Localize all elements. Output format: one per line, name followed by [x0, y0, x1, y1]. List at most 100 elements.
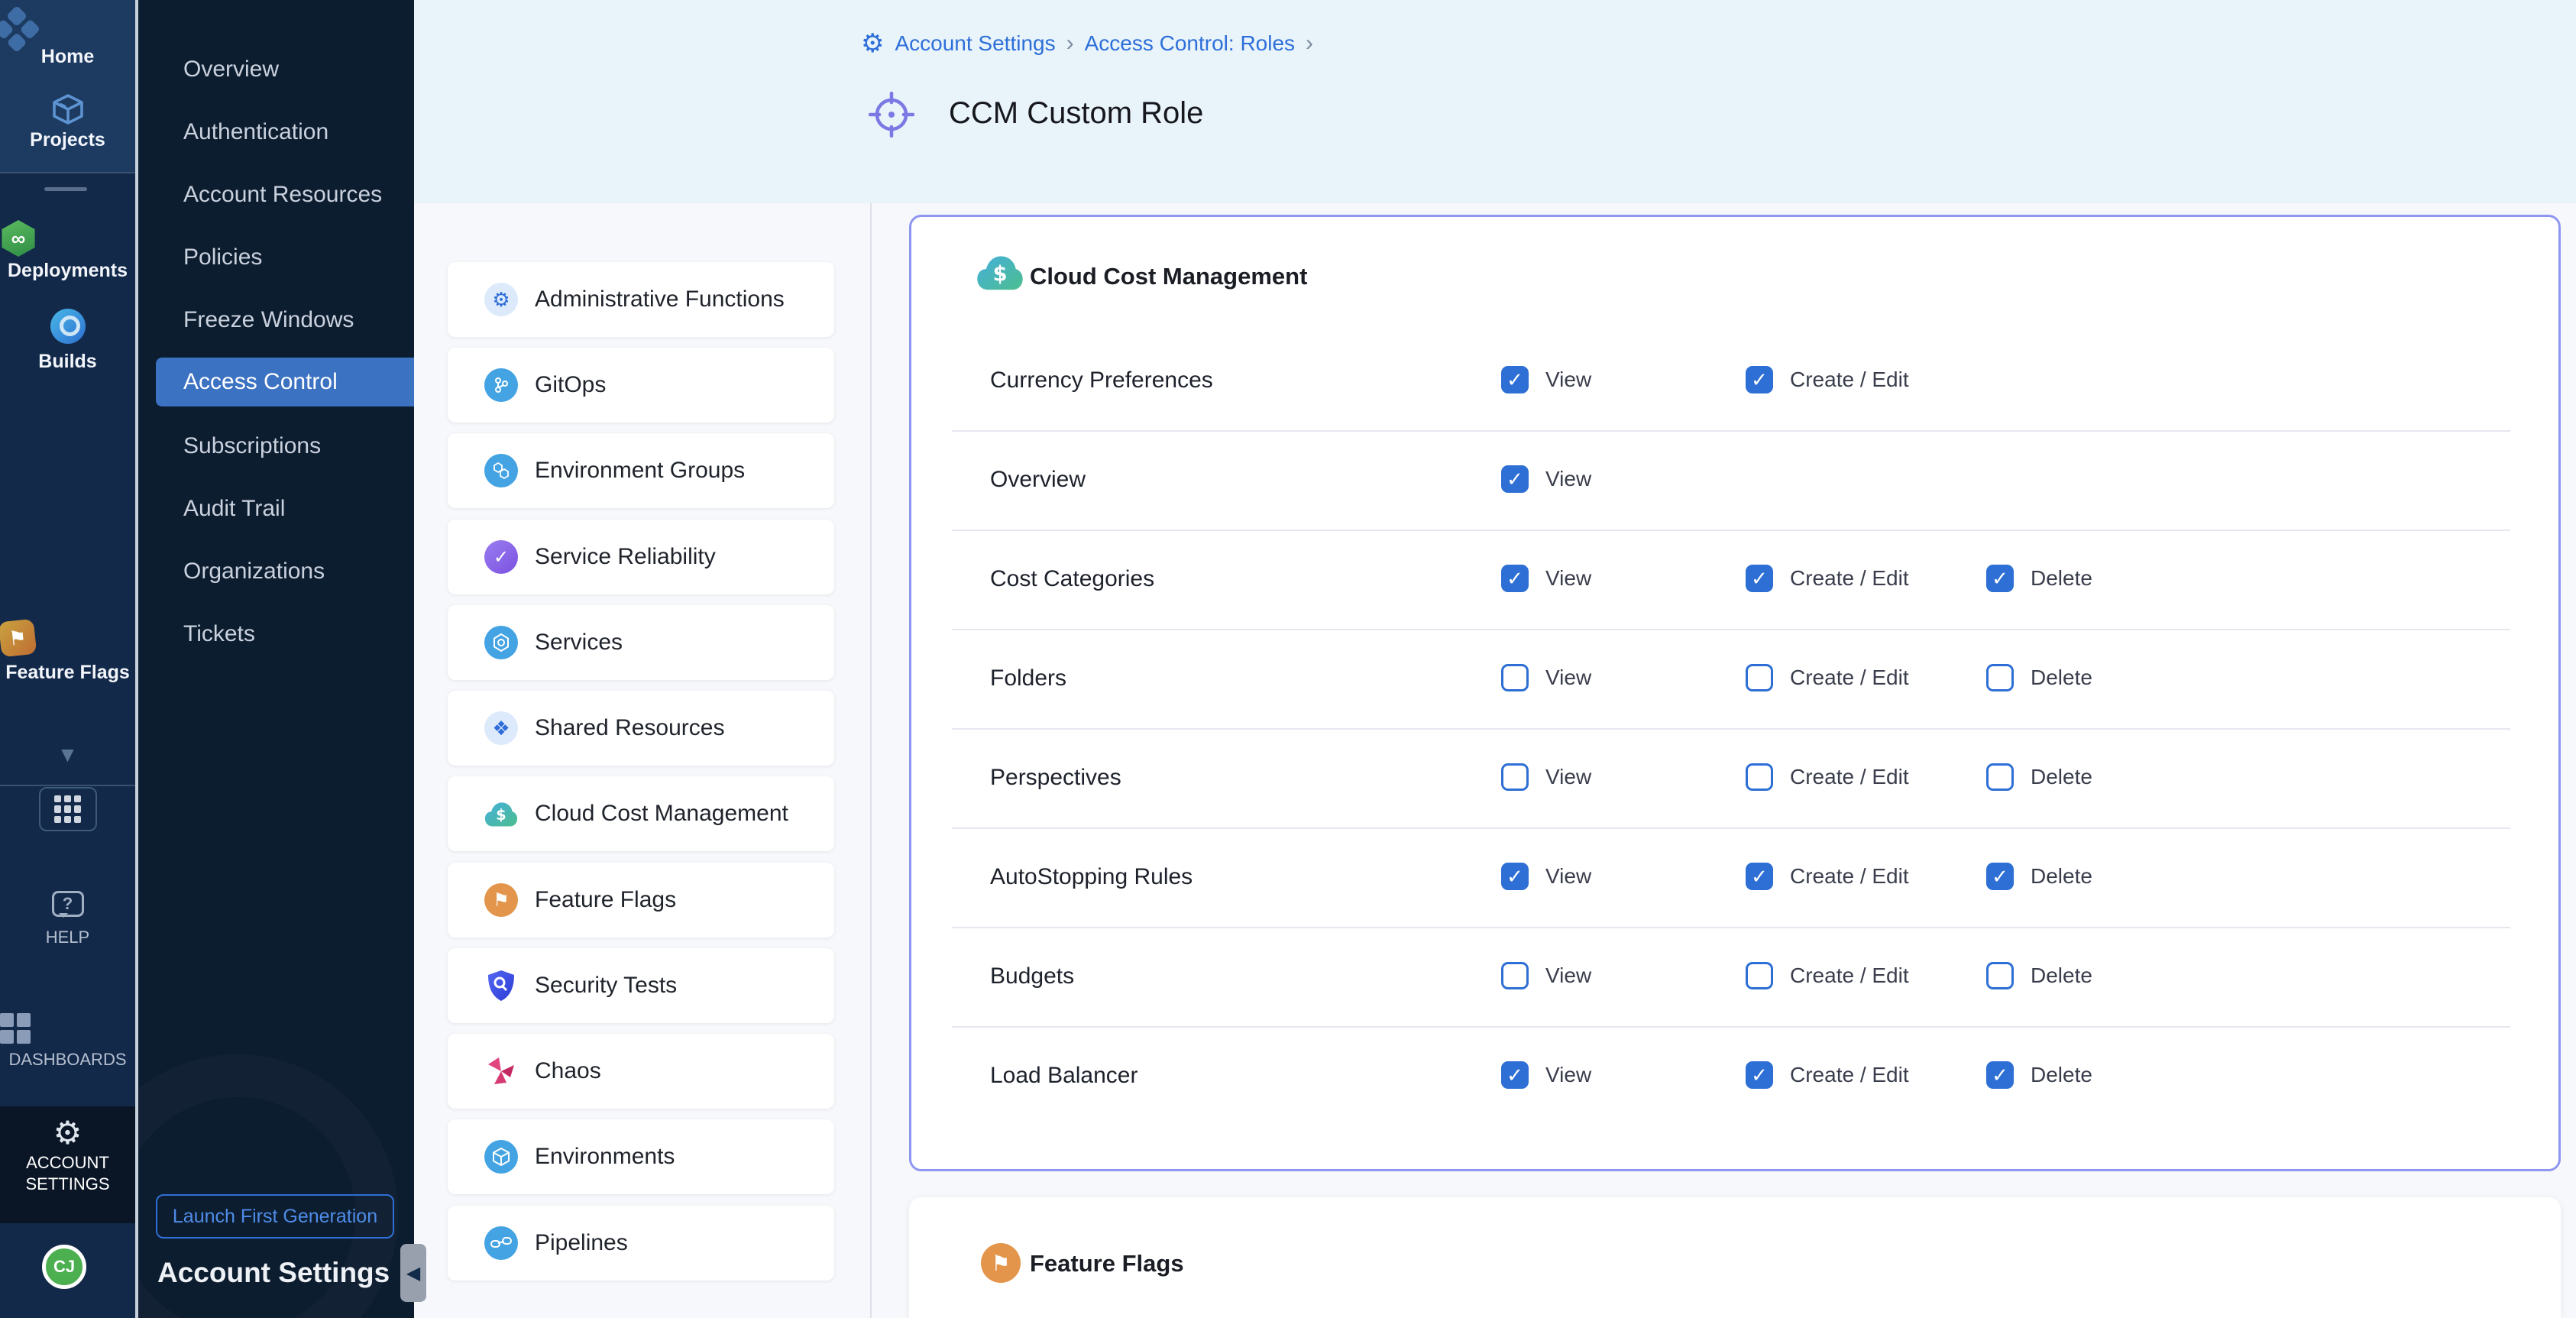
permission-label: View [1545, 665, 1591, 690]
permission-label: View [1545, 1063, 1591, 1087]
nav-dashboards[interactable]: DASHBOARDS [0, 1013, 135, 1070]
sidebar-item-access-control[interactable]: Access Control [156, 358, 414, 406]
permission-label: Delete [2031, 765, 2092, 789]
permission-label: View [1545, 864, 1591, 889]
permission-label: Delete [2031, 864, 2092, 889]
permission-label: Delete [2031, 665, 2092, 690]
check-icon: ✓ [1506, 567, 1523, 591]
nav-dashboards-label: DASHBOARDS [0, 1050, 135, 1070]
nav-builds[interactable]: Builds [0, 309, 135, 373]
delete-checkbox[interactable]: ✓ [1986, 863, 2014, 890]
permission-label: Delete [2031, 963, 2092, 988]
sidebar-item-subscriptions[interactable]: Subscriptions [183, 433, 321, 459]
view-checkbox[interactable]: ✓ [1501, 1061, 1529, 1089]
delete-checkbox[interactable]: ✓ [1986, 565, 2014, 592]
sidebar-item-audit-trail[interactable]: Audit Trail [183, 496, 285, 522]
cloud-dollar-icon: $ [484, 797, 518, 831]
chevron-down-icon: ▼ [57, 743, 79, 766]
sidebar-item-authentication[interactable]: Authentication [183, 119, 328, 145]
svg-text:$: $ [993, 263, 1008, 287]
permission-row-label: AutoStopping Rules [990, 864, 1193, 890]
nav-deployments-label: Deployments [0, 260, 135, 282]
category-card-gitops[interactable]: GitOps [448, 348, 834, 423]
check-icon: ✓ [1506, 368, 1523, 392]
category-label: Cloud Cost Management [535, 801, 788, 827]
nav-deployments[interactable]: ∞ Deployments [0, 220, 135, 282]
create-edit-checkbox[interactable]: ✓ [1746, 863, 1773, 890]
delete-checkbox[interactable]: ✓ [1986, 763, 2014, 791]
sidebar-item-freeze-windows[interactable]: Freeze Windows [183, 307, 354, 333]
chevron-left-icon: ◀ [406, 1262, 420, 1284]
sidebar-footer-title: Account Settings [157, 1257, 390, 1289]
view-checkbox[interactable]: ✓ [1501, 664, 1529, 691]
category-label: Chaos [535, 1058, 601, 1084]
permission-row: Load Balancer ✓View ✓Create / Edit ✓Dele… [909, 1028, 2561, 1127]
check-ring-icon: ✓ [484, 540, 518, 574]
category-card-environments[interactable]: Environments [448, 1119, 834, 1194]
create-edit-checkbox[interactable]: ✓ [1746, 763, 1773, 791]
delete-checkbox[interactable]: ✓ [1986, 664, 2014, 691]
category-card-shared-resources[interactable]: ❖ Shared Resources [448, 691, 834, 766]
page-header: ⚙ Account Settings › Access Control: Rol… [414, 0, 2576, 203]
nav-account-settings-active[interactable]: ⚙ ACCOUNT SETTINGS [0, 1106, 135, 1223]
category-card-environment-groups[interactable]: Environment Groups [448, 433, 834, 508]
category-card-administrative-functions[interactable]: ⚙ Administrative Functions [448, 262, 834, 337]
cloud-cost-management-icon: $ [976, 252, 1024, 296]
sidebar-item-account-resources[interactable]: Account Resources [183, 182, 382, 208]
breadcrumb-roles[interactable]: Access Control: Roles [1085, 31, 1295, 56]
view-checkbox[interactable]: ✓ [1501, 366, 1529, 393]
sidebar-item-overview[interactable]: Overview [183, 57, 279, 83]
nav-feature-flags-label: Feature Flags [0, 662, 135, 684]
permission-row: Folders ✓View ✓Create / Edit ✓Delete [909, 630, 2561, 730]
breadcrumb: ⚙ Account Settings › Access Control: Rol… [861, 31, 1313, 57]
category-card-service-reliability[interactable]: ✓ Service Reliability [448, 520, 834, 594]
create-edit-checkbox[interactable]: ✓ [1746, 664, 1773, 691]
category-card-services[interactable]: Services [448, 605, 834, 680]
rail-divider [0, 172, 135, 173]
nav-projects[interactable]: Projects [0, 93, 135, 151]
category-label: Service Reliability [535, 544, 716, 570]
category-label: Feature Flags [535, 887, 676, 913]
create-edit-checkbox[interactable]: ✓ [1746, 962, 1773, 989]
module-selector-button[interactable] [0, 787, 135, 831]
pinwheel-icon [484, 1054, 518, 1088]
delete-checkbox[interactable]: ✓ [1986, 1061, 2014, 1089]
view-checkbox[interactable]: ✓ [1501, 565, 1529, 592]
breadcrumb-separator: › [1066, 31, 1074, 57]
category-card-security-tests[interactable]: Security Tests [448, 948, 834, 1023]
view-checkbox[interactable]: ✓ [1501, 863, 1529, 890]
permission-label: Create / Edit [1790, 864, 1909, 889]
sidebar-collapse-button[interactable]: ◀ [400, 1244, 426, 1302]
launch-first-generation-button[interactable]: Launch First Generation [156, 1194, 394, 1239]
permission-row-label: Overview [990, 467, 1086, 493]
create-edit-checkbox[interactable]: ✓ [1746, 1061, 1773, 1089]
permission-label: View [1545, 566, 1591, 591]
category-card-cloud-cost-management[interactable]: $ Cloud Cost Management [448, 776, 834, 851]
create-edit-checkbox[interactable]: ✓ [1746, 565, 1773, 592]
view-checkbox[interactable]: ✓ [1501, 763, 1529, 791]
category-card-pipelines[interactable]: Pipelines [448, 1206, 834, 1281]
check-icon: ✓ [1751, 1064, 1768, 1087]
category-card-feature-flags[interactable]: ⚑ Feature Flags [448, 863, 834, 937]
check-icon: ✓ [1506, 865, 1523, 889]
view-checkbox[interactable]: ✓ [1501, 465, 1529, 493]
nav-help[interactable]: ? HELP [0, 891, 135, 947]
nav-home[interactable]: Home [0, 8, 135, 68]
sidebar-item-tickets[interactable]: Tickets [183, 621, 255, 647]
avatar[interactable]: CJ [42, 1245, 86, 1289]
delete-checkbox[interactable]: ✓ [1986, 962, 2014, 989]
sidebar-item-policies[interactable]: Policies [183, 244, 262, 270]
permission-label: View [1545, 765, 1591, 789]
permission-row: Cost Categories ✓View ✓Create / Edit ✓De… [909, 531, 2561, 630]
sidebar-item-organizations[interactable]: Organizations [183, 559, 325, 585]
view-checkbox[interactable]: ✓ [1501, 962, 1529, 989]
builds-icon [50, 309, 86, 344]
chain-icon [484, 1226, 518, 1260]
nav-feature-flags[interactable]: ⚑ Feature Flags [0, 620, 135, 684]
create-edit-checkbox[interactable]: ✓ [1746, 366, 1773, 393]
category-card-chaos[interactable]: Chaos [448, 1034, 834, 1109]
cube-icon [484, 1140, 518, 1174]
breadcrumb-account-settings[interactable]: Account Settings [895, 31, 1055, 56]
settings-sidebar: Overview Authentication Account Resource… [138, 0, 414, 1318]
rail-expand-chevron[interactable]: ▼ [0, 743, 135, 767]
